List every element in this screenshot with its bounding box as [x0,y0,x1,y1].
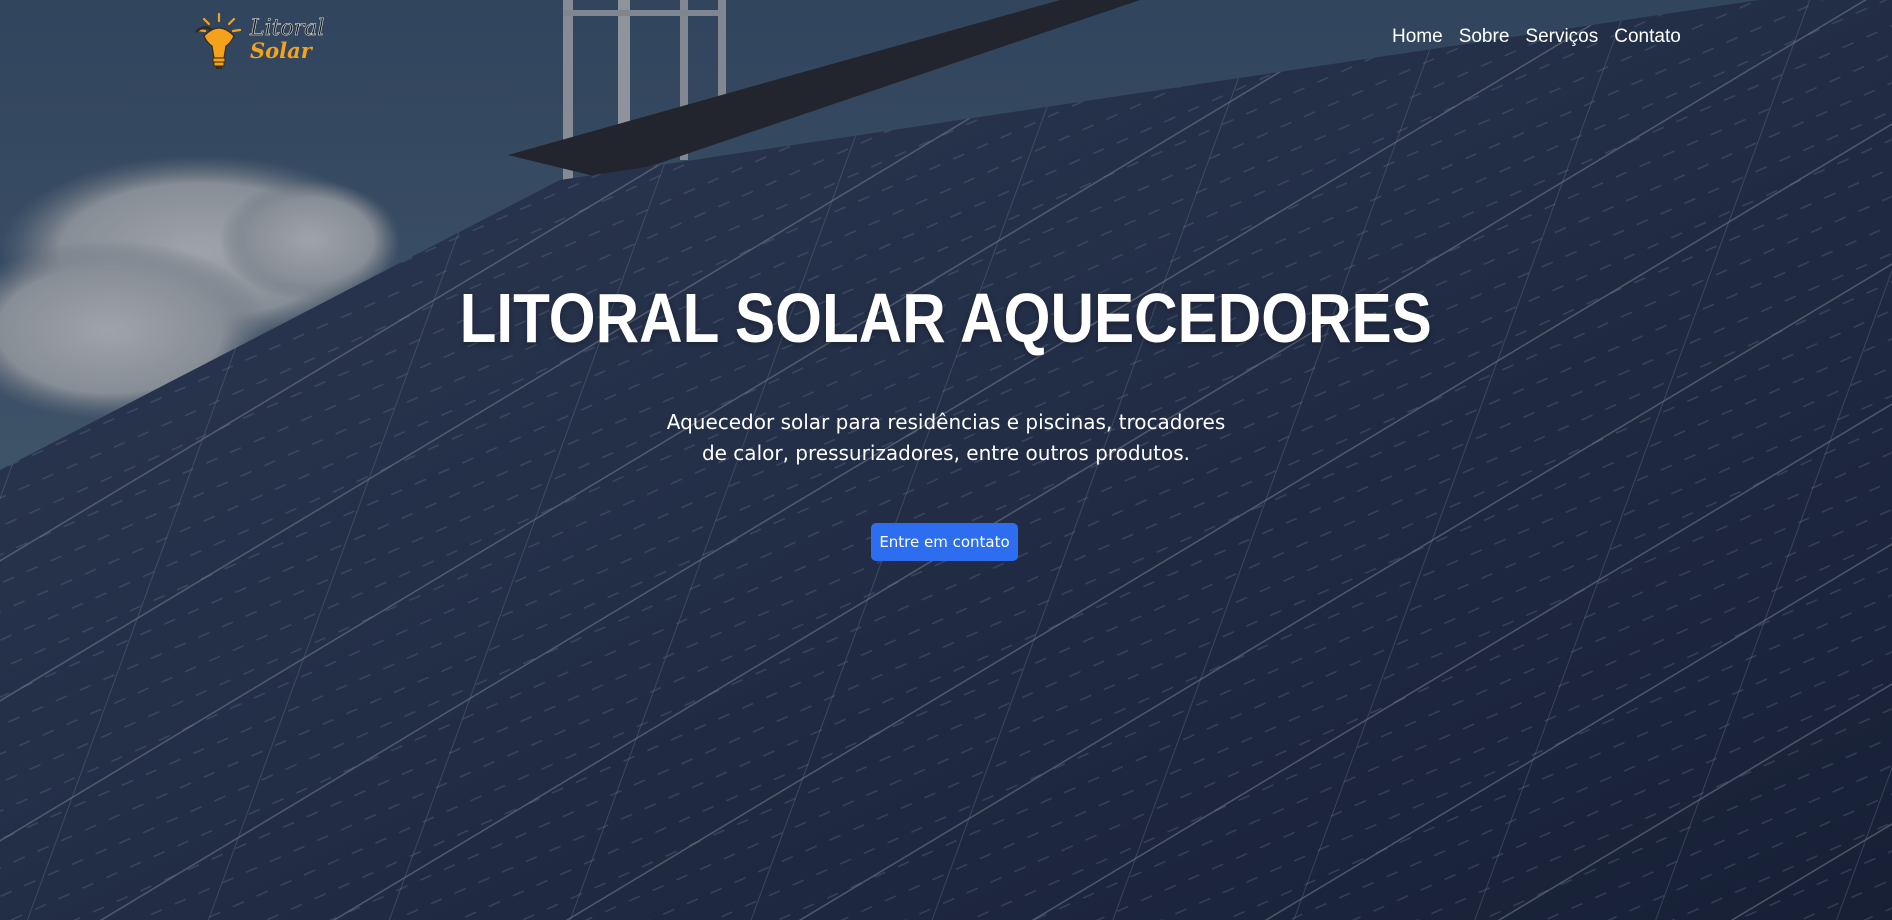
logo-text-top: Litoral [250,16,325,41]
hero-section: Litoral Solar Home Sobre Serviços Contat… [0,0,1892,920]
nav-home-link[interactable]: Home [1392,26,1443,48]
lightbulb-sun-icon [195,12,242,69]
litoral-solar-logo[interactable]: Litoral Solar [190,10,325,72]
logo-text-bottom: Solar [250,38,312,63]
contact-cta-button[interactable]: Entre em contato [871,523,1018,561]
nav-servicos-link[interactable]: Serviços [1525,26,1598,48]
hero-subtitle-line-1: Aquecedor solar para residências e pisci… [666,410,1226,434]
nav-sobre-link[interactable]: Sobre [1459,26,1510,48]
main-nav: Home Sobre Serviços Contato [1392,26,1681,48]
hero-title: LITORAL SOLAR AQUECEDORES [459,279,1432,357]
hero-subtitle: Aquecedor solar para residências e pisci… [646,407,1246,469]
nav-contato-link[interactable]: Contato [1614,26,1681,48]
hero-subtitle-line-2: de calor, pressurizadores, entre outros … [701,441,1191,465]
